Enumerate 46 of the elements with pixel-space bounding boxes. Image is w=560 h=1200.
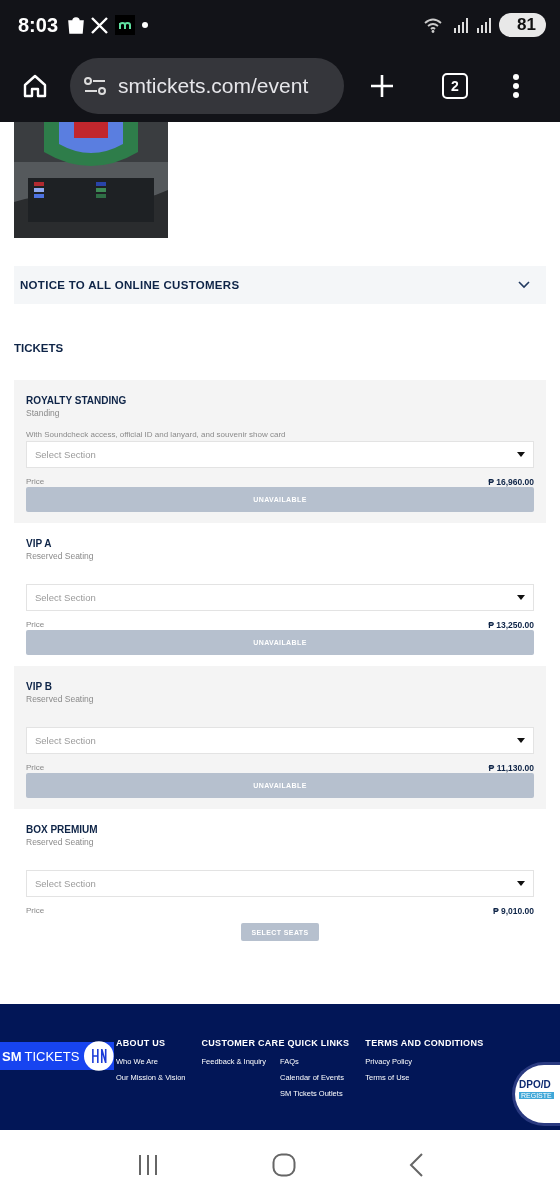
price: ₱ 13,250.00 xyxy=(488,620,534,630)
price: ₱ 9,010.00 xyxy=(492,906,534,916)
ticket-type: Reserved Seating xyxy=(26,837,95,847)
ticket-description: With Soundcheck access, official ID and lanyard, and souvenir show card xyxy=(26,430,287,440)
price: ₱ 11,130.00 xyxy=(488,763,534,773)
home-icon[interactable] xyxy=(22,73,48,99)
back-icon[interactable] xyxy=(409,1153,424,1177)
section-heading: TICKETS xyxy=(14,342,65,354)
address-bar[interactable]: smtickets.com/event xyxy=(70,58,344,114)
shopping-bag-icon xyxy=(68,16,85,34)
caret-icon xyxy=(517,881,525,886)
footer-heading: CUSTOMER CARE QUICK LINKS xyxy=(201,1038,350,1048)
caret-icon xyxy=(517,738,525,743)
sm-emblem-icon xyxy=(84,1041,114,1071)
ticket-name: ROYALTY STANDING xyxy=(26,395,128,406)
recent-apps-icon[interactable] xyxy=(136,1154,159,1176)
price: ₱ 16,960.00 xyxy=(488,477,534,487)
site-settings-icon[interactable] xyxy=(84,77,106,95)
dot-icon xyxy=(142,22,149,28)
tab-switcher[interactable]: 2 xyxy=(442,73,468,99)
notice-accordion[interactable]: NOTICE TO ALL ONLINE CUSTOMERS xyxy=(14,266,546,304)
ticket-name: BOX PREMIUM xyxy=(26,824,99,835)
ticket-type: Standing xyxy=(26,408,61,418)
chevron-icon xyxy=(518,281,530,289)
caret-icon xyxy=(517,452,525,457)
x-logo-icon xyxy=(91,16,109,34)
sm-tickets-logo[interactable]: SM TICKETS xyxy=(0,1042,114,1070)
signal-icon xyxy=(453,17,470,33)
new-tab-icon[interactable] xyxy=(370,74,394,98)
caret-icon xyxy=(517,595,525,600)
price-label: Price xyxy=(26,477,45,487)
signal-icon xyxy=(476,17,493,33)
ticket-type: Reserved Seating xyxy=(26,551,95,561)
menu-icon[interactable] xyxy=(512,73,520,99)
home-button-icon[interactable] xyxy=(272,1153,296,1177)
footer-heading: TERMS AND CONDITIONS xyxy=(365,1038,484,1048)
clock: 8:03 xyxy=(18,13,59,37)
ticket-type: Reserved Seating xyxy=(26,694,95,704)
price-label: Price xyxy=(26,620,45,630)
price-label: Price xyxy=(26,906,45,916)
ticket-name: VIP A xyxy=(26,538,53,549)
battery-indicator: 81 xyxy=(499,13,546,37)
footer-heading: ABOUT US xyxy=(116,1038,167,1048)
price-label: Price xyxy=(26,763,45,773)
app-icon xyxy=(115,15,136,35)
ticket-name: VIP B xyxy=(26,681,53,692)
